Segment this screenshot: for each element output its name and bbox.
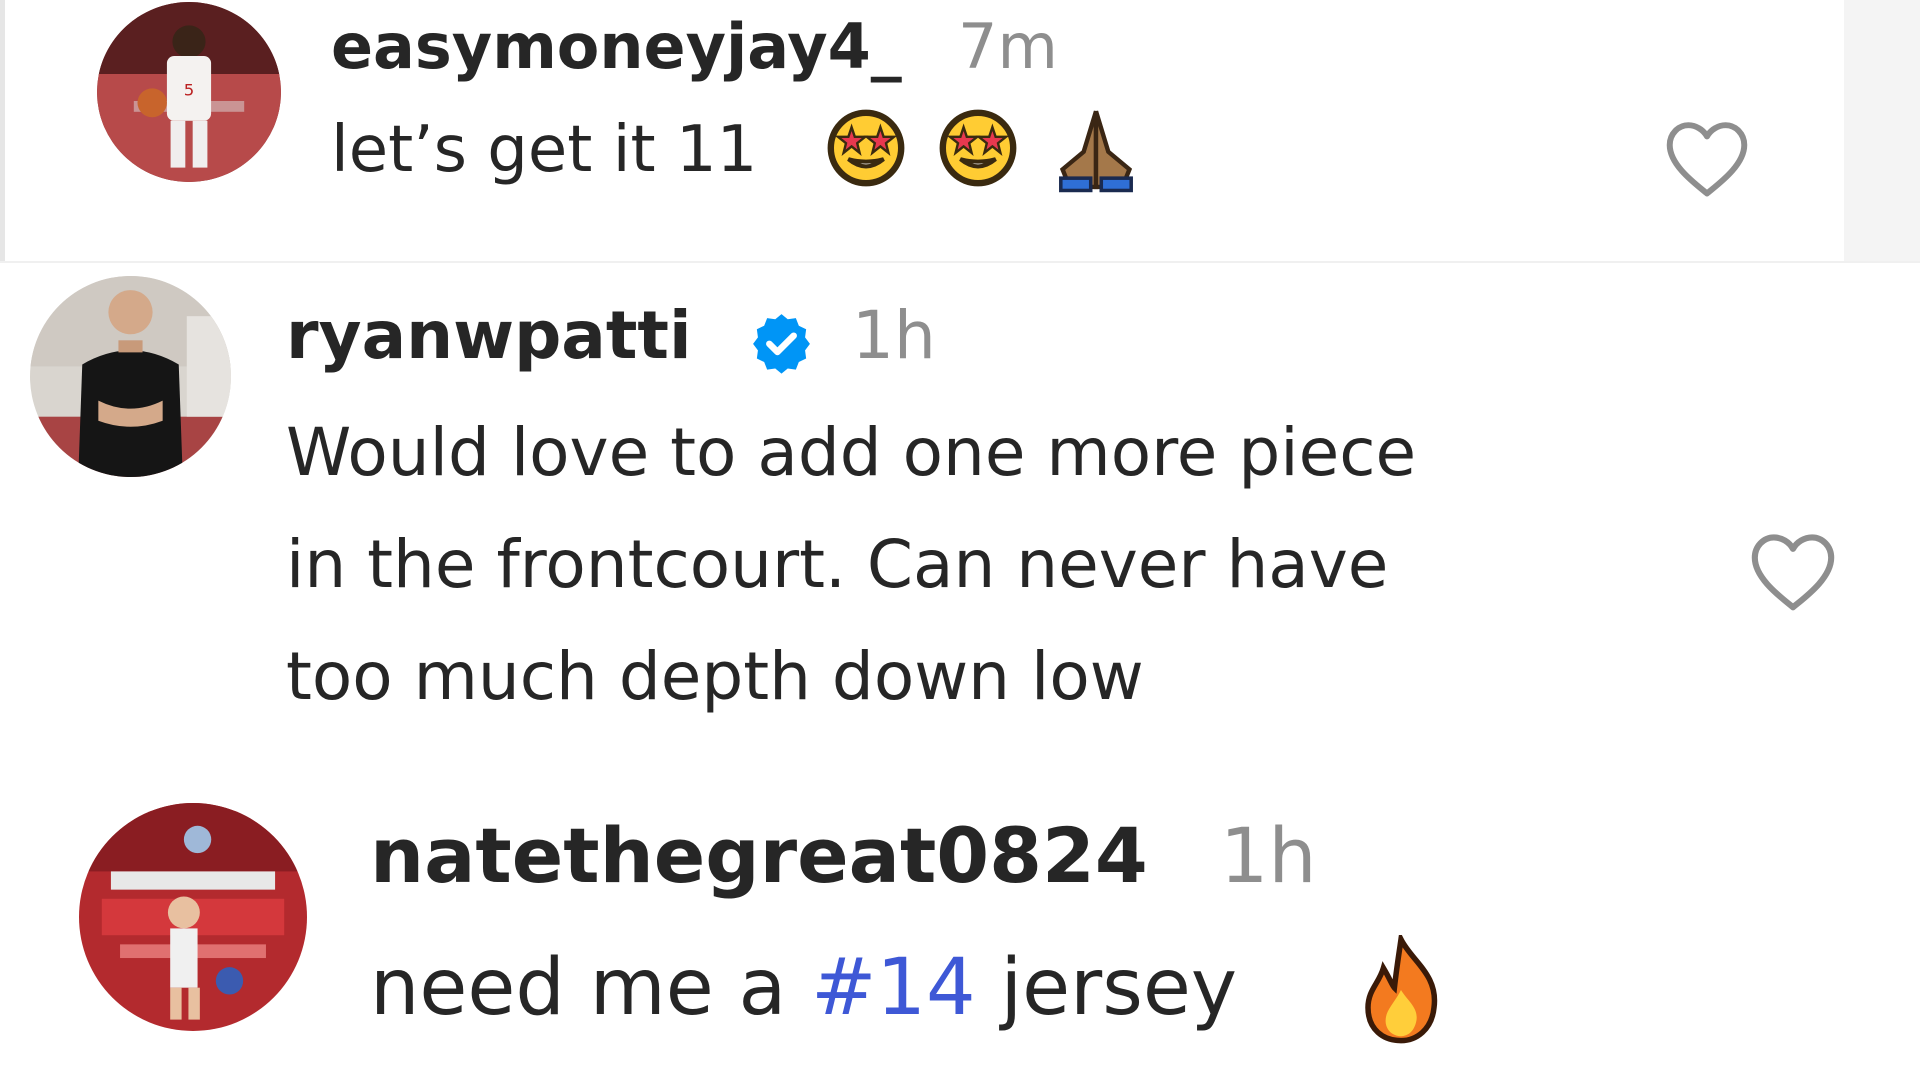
comment-text-line: Would love to add one more piece bbox=[286, 414, 1417, 491]
star-struck-emoji bbox=[938, 108, 1018, 188]
verified-badge-icon bbox=[749, 310, 814, 375]
folded-hands-emoji bbox=[1050, 106, 1142, 194]
avatar[interactable] bbox=[79, 803, 307, 1031]
fire-emoji bbox=[1356, 935, 1446, 1045]
comment-text-line: in the frontcourt. Can never have bbox=[286, 526, 1389, 603]
comment-timestamp: 7m bbox=[958, 10, 1058, 83]
comment-text: need me a #14 jersey bbox=[370, 949, 1237, 1027]
comment-text-after: jersey bbox=[975, 943, 1237, 1033]
comment-text-before: need me a bbox=[370, 943, 812, 1033]
scroll-gutter bbox=[1844, 0, 1920, 263]
hashtag-link[interactable]: #14 bbox=[811, 943, 976, 1033]
comment-timestamp: 1h bbox=[852, 297, 936, 374]
comment-username[interactable]: easymoneyjay4_ bbox=[331, 10, 902, 83]
divider bbox=[0, 0, 5, 263]
comment-text-line: too much depth down low bbox=[286, 638, 1144, 715]
avatar[interactable] bbox=[30, 276, 231, 477]
comment-item: natethegreat0824 1h need me a #14 jersey bbox=[0, 775, 1920, 1080]
comment-text: Would love to add one more piece in the … bbox=[286, 397, 1416, 733]
comment-item: 5 easymoneyjay4_ 7m let’s get it 11 bbox=[0, 0, 1920, 263]
heart-outline-icon[interactable] bbox=[1662, 117, 1752, 199]
comment-username[interactable]: ryanwpatti bbox=[286, 297, 692, 374]
comment-item: ryanwpatti 1h Would love to add one more… bbox=[0, 263, 1920, 775]
star-struck-emoji bbox=[826, 108, 906, 188]
avatar[interactable]: 5 bbox=[97, 2, 281, 182]
comment-username[interactable]: natethegreat0824 bbox=[370, 811, 1148, 900]
svg-text:5: 5 bbox=[184, 81, 195, 100]
comment-timestamp: 1h bbox=[1220, 811, 1317, 900]
heart-outline-icon[interactable] bbox=[1747, 529, 1839, 613]
comment-text: let’s get it 11 bbox=[331, 113, 758, 187]
